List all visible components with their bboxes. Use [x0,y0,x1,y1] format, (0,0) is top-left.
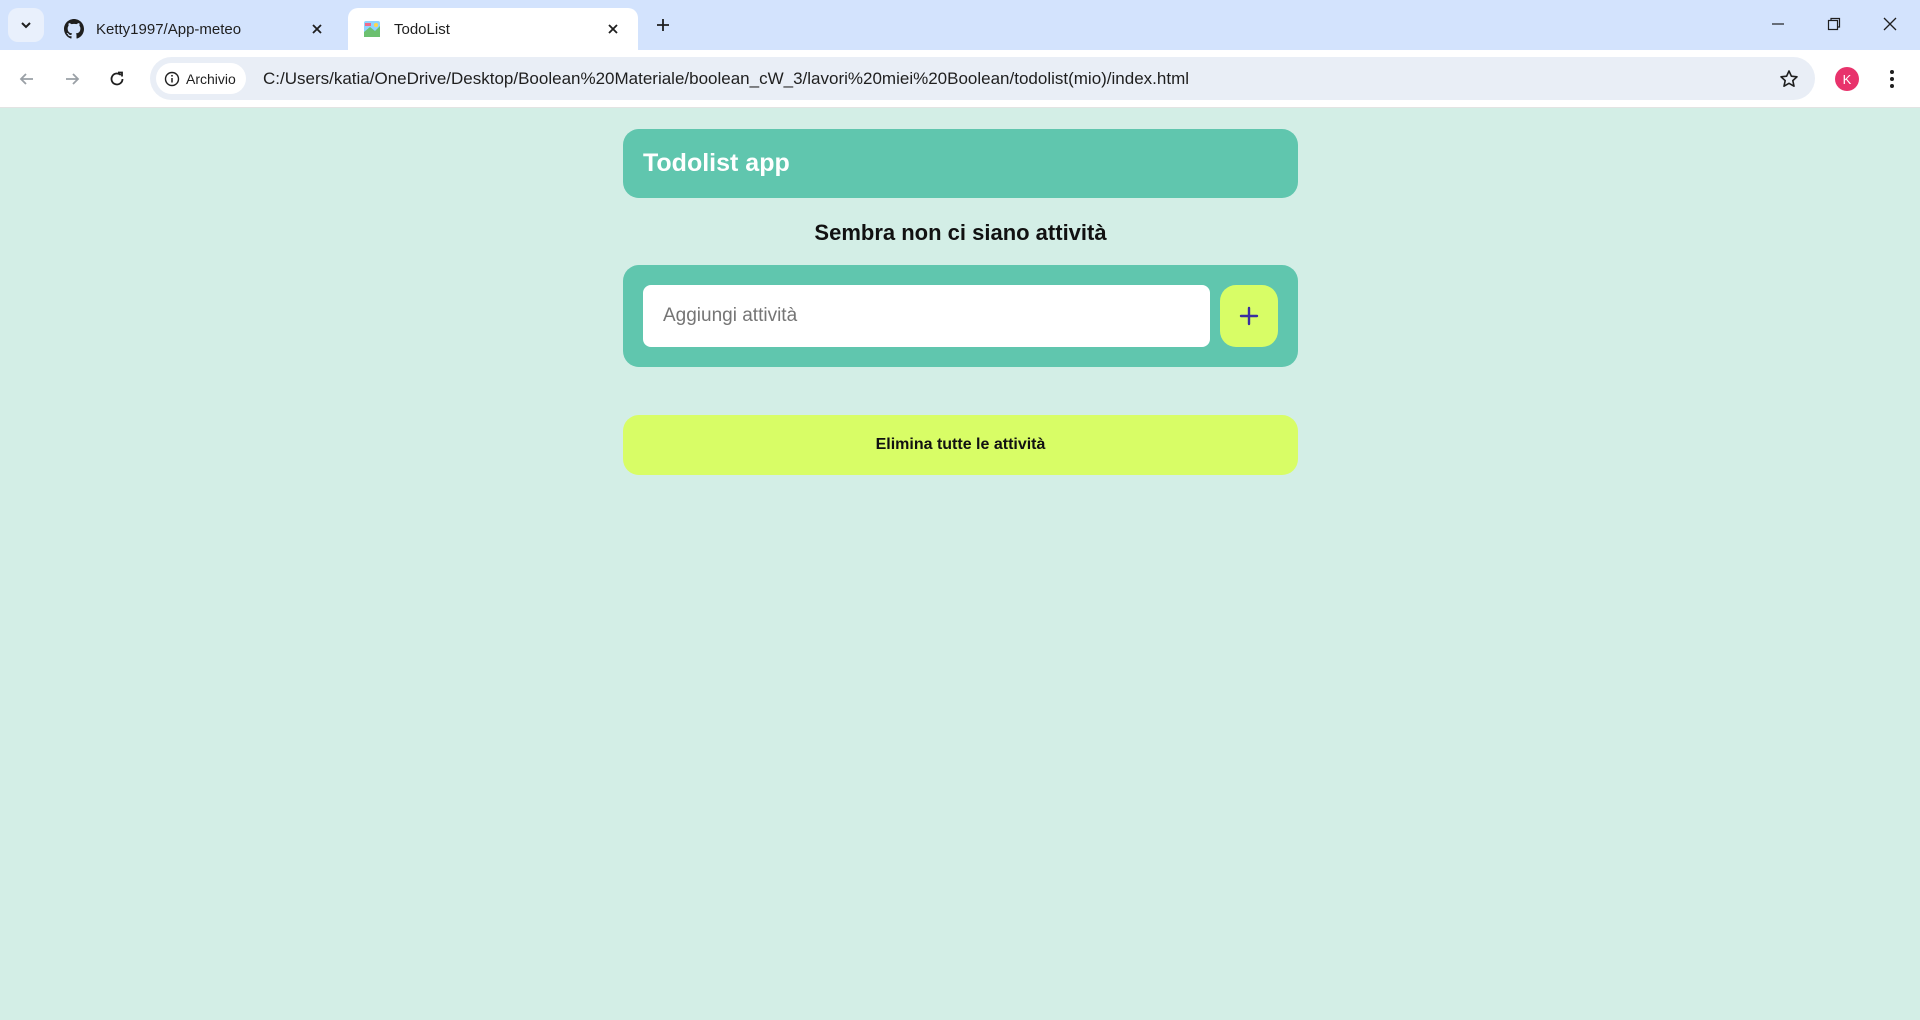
delete-all-tasks-button[interactable]: Elimina tutte le attività [623,415,1298,475]
plus-icon [1239,306,1259,326]
close-icon [1883,17,1897,31]
browser-titlebar: Ketty1997/App-meteo TodoList [0,0,1920,50]
tab-todolist[interactable]: TodoList [348,8,638,50]
todolist-app: Todolist app Sembra non ci siano attivit… [623,129,1298,475]
reload-icon [110,71,124,86]
app-title: Todolist app [643,149,790,177]
plus-icon [657,19,669,31]
forward-button[interactable] [55,62,89,96]
tab-search-button[interactable] [8,8,44,42]
close-tab-icon[interactable] [306,18,328,40]
reload-button[interactable] [100,62,134,96]
minimize-icon [1772,23,1784,25]
tab-title: Ketty1997/App-meteo [96,20,242,38]
arrow-left-icon [19,73,33,85]
arrow-right-icon [66,73,80,85]
close-window-button[interactable] [1862,0,1918,48]
tab-app-meteo[interactable]: Ketty1997/App-meteo [50,8,342,50]
profile-avatar[interactable]: K [1835,67,1859,91]
app-header: Todolist app [623,129,1298,198]
restore-icon [1827,17,1841,31]
close-tab-icon[interactable] [602,18,624,40]
browser-toolbar: Archivio C:/Users/katia/OneDrive/Desktop… [0,50,1920,108]
new-tab-button[interactable] [650,12,676,38]
todolist-favicon [362,19,382,39]
bookmark-star-icon[interactable] [1777,67,1801,91]
add-task-form [623,265,1298,367]
github-icon [64,19,84,39]
restore-button[interactable] [1806,0,1862,48]
back-button[interactable] [10,62,44,96]
site-info-label: Archivio [186,70,236,87]
tab-title: TodoList [394,20,450,38]
minimize-button[interactable] [1750,0,1806,48]
url-text[interactable]: C:/Users/katia/OneDrive/Desktop/Boolean%… [263,57,1189,100]
more-menu-icon[interactable] [1878,64,1906,94]
info-icon [164,71,180,87]
task-input[interactable] [643,285,1210,347]
chevron-down-icon [21,22,31,29]
address-bar[interactable]: Archivio C:/Users/katia/OneDrive/Desktop… [150,57,1815,100]
empty-state-message: Sembra non ci siano attività [814,220,1107,245]
add-task-button[interactable] [1220,285,1278,347]
site-info-chip[interactable]: Archivio [156,63,246,94]
